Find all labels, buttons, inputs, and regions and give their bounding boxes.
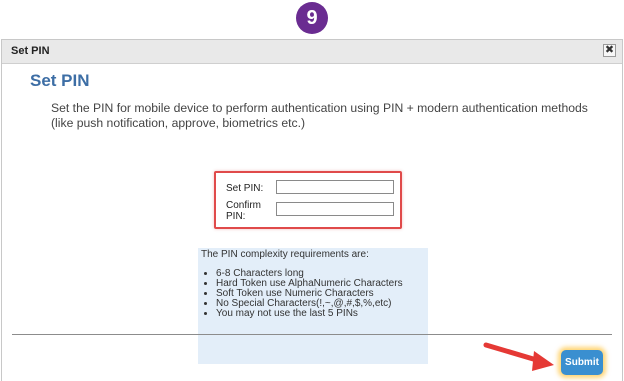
page-title: Set PIN bbox=[30, 71, 90, 90]
dialog-description: Set the PIN for mobile device to perform… bbox=[51, 101, 588, 130]
close-icon[interactable]: ✖ bbox=[603, 44, 616, 57]
pointer-arrow-icon bbox=[483, 342, 554, 371]
pin-form-highlight: Set PIN: Confirm PIN: bbox=[214, 171, 402, 229]
dialog-title: Set PIN bbox=[11, 45, 50, 57]
set-pin-dialog: Set PIN ✖ Set PIN Set the PIN for mobile… bbox=[1, 39, 623, 381]
requirements-title: The PIN complexity requirements are: bbox=[201, 249, 369, 260]
requirements-list: 6-8 Characters long Hard Token use Alpha… bbox=[201, 269, 425, 319]
confirm-pin-label: Confirm PIN: bbox=[226, 200, 262, 222]
set-pin-label: Set PIN: bbox=[226, 183, 264, 194]
confirm-pin-input[interactable] bbox=[276, 202, 394, 216]
set-pin-input[interactable] bbox=[276, 180, 394, 194]
submit-button[interactable]: Submit bbox=[561, 350, 603, 375]
footer-divider bbox=[12, 334, 612, 335]
step-number-badge: 9 bbox=[296, 2, 328, 34]
dialog-titlebar: Set PIN ✖ bbox=[2, 40, 622, 64]
list-item: You may not use the last 5 PINs bbox=[216, 309, 425, 319]
pin-requirements-panel: The PIN complexity requirements are: 6-8… bbox=[198, 248, 428, 364]
